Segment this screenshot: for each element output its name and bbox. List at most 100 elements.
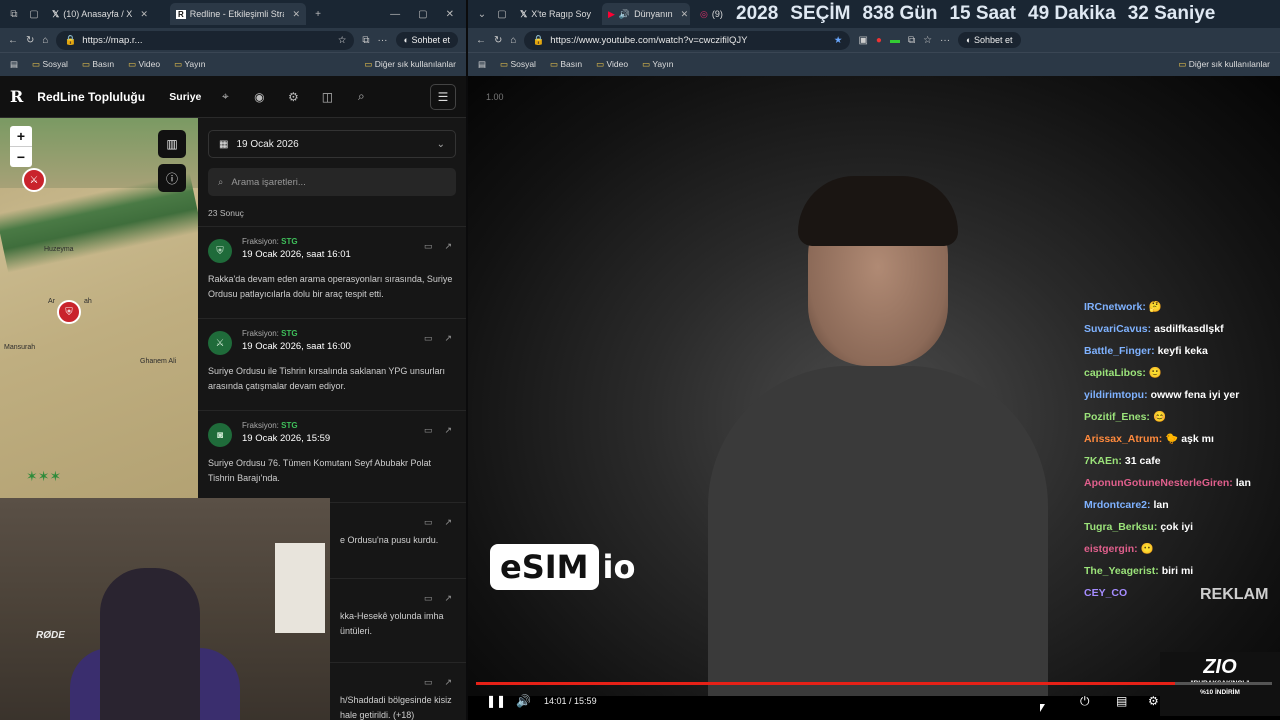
back-icon[interactable]: ← (8, 35, 18, 46)
location-pin-icon[interactable]: ◉ (249, 90, 269, 104)
result-item[interactable]: ⚔ Fraksiyon: STG 19 Ocak 2026, saat 16:0… (198, 318, 466, 402)
video-icon[interactable]: ▭ (424, 425, 433, 436)
extensions-icon[interactable]: ⧉ (908, 35, 915, 46)
map-marker-rifle-icon[interactable]: ⚔ (22, 168, 46, 192)
redline-logo[interactable]: R (10, 87, 23, 106)
tab-youtube[interactable]: ▶ 🔊 Dünyanın ✕ (602, 3, 690, 25)
favorite-icon[interactable]: ☆ (338, 35, 347, 46)
url-field[interactable]: 🔒 https://www.youtube.com/watch?v=cwczif… (524, 30, 851, 50)
zoom-in-button[interactable]: + (10, 126, 32, 146)
extension-icon[interactable]: ▣ (858, 35, 867, 46)
reload-icon[interactable]: ↻ (26, 35, 34, 46)
copilot-button[interactable]: ◐ Sohbet et (395, 32, 458, 48)
map-layers-icon[interactable]: ▥ (158, 130, 186, 158)
hamburger-menu-icon[interactable]: ☰ (430, 83, 456, 110)
search-icon[interactable]: ⌕ (351, 89, 371, 104)
external-link-icon[interactable]: ↗ (444, 517, 452, 528)
favorite-icon[interactable]: ★ (834, 35, 843, 46)
autoplay-toggle-icon[interactable]: ⏻ (1080, 694, 1090, 709)
item-description: Suriye Ordusu 76. Tümen Komutanı Seyf Ab… (208, 458, 431, 483)
country-selector[interactable]: Suriye (169, 91, 201, 103)
result-item[interactable]: ◙ Fraksiyon: STG 19 Ocak 2026, 15:59 ▭ ↗ … (198, 410, 466, 494)
tab-x-ragip[interactable]: 𝕏 X'te Ragıp Soy ✕ (514, 3, 598, 25)
reload-icon[interactable]: ↻ (494, 35, 502, 46)
result-item[interactable]: ⛨ Fraksiyon: STG 19 Ocak 2026, saat 16:0… (198, 226, 466, 310)
close-tab-icon[interactable]: ✕ (140, 9, 148, 20)
bookmark-basin[interactable]: ▭ Basın (82, 59, 114, 70)
new-tab-icon[interactable]: + (310, 9, 326, 20)
settings-gear-icon[interactable]: ⚙ (283, 90, 303, 104)
close-tab-icon[interactable]: ✕ (292, 9, 300, 20)
video-icon[interactable]: ▭ (424, 677, 433, 688)
video-icon[interactable]: ▭ (424, 517, 433, 528)
audio-playing-icon[interactable]: 🔊 (619, 9, 630, 20)
other-bookmarks[interactable]: ▭ Diğer sık kullanılanlar (364, 59, 456, 70)
extension-icon[interactable]: ● (876, 35, 882, 46)
close-tab-icon[interactable]: ✕ (681, 9, 689, 20)
folder-icon: ▭ (549, 59, 558, 69)
tab-actions-icon[interactable]: ⧉ (6, 9, 22, 20)
back-icon[interactable]: ← (476, 35, 486, 46)
map-view[interactable]: + − ▥ ⓘ ⚔ ⛨ Huzeyma Ar ah Mansurah Ghane… (0, 118, 198, 498)
progress-bar[interactable] (476, 682, 1272, 685)
home-icon[interactable]: ⌂ (42, 35, 48, 46)
close-window-icon[interactable]: ✕ (446, 9, 454, 20)
faction-label: Fraksiyon: (242, 421, 279, 430)
bookmark-sosyal[interactable]: ▭ Sosyal (32, 59, 68, 70)
more-icon[interactable]: ··· (378, 35, 388, 46)
chat-text: lan (1153, 499, 1169, 511)
subtitles-icon[interactable]: ▤ (1116, 694, 1127, 708)
map-cluster-icon[interactable]: ✶✶✶ (26, 468, 61, 485)
bookmark-sosyal[interactable]: ▭ Sosyal (500, 59, 536, 70)
camera-icon[interactable]: ◫ (317, 90, 337, 104)
bookmark-label: Sosyal (42, 59, 68, 69)
external-link-icon[interactable]: ↗ (444, 241, 452, 252)
sidebar-toggle-icon[interactable]: ▤ (10, 59, 18, 70)
tag-icon[interactable]: ⌖ (215, 89, 235, 104)
workspaces-icon[interactable]: ▢ (494, 9, 510, 20)
tab-redline[interactable]: R Redline - Etkileşimli Strateji ✕ (170, 3, 306, 25)
external-link-icon[interactable]: ↗ (444, 593, 452, 604)
url-field[interactable]: 🔒 https://map.r... ☆ (56, 30, 355, 50)
minimize-icon[interactable]: — (390, 9, 400, 20)
faction-tag: STG (281, 329, 298, 338)
marker-search-input[interactable]: ⌕ Arama işaretleri... (208, 168, 456, 196)
video-icon[interactable]: ▭ (424, 593, 433, 604)
youtube-player[interactable]: 1.00 eSIM io IRCnetwork: 🤔 SuvariCavus: asd… (468, 76, 1280, 720)
bookmark-label: Yayın (184, 59, 206, 69)
bookmark-video[interactable]: ▭ Video (128, 59, 160, 70)
info-icon[interactable]: ⓘ (158, 164, 186, 192)
video-icon[interactable]: ▭ (424, 241, 433, 252)
extensions-icon[interactable]: ⧉ (362, 35, 369, 46)
external-link-icon[interactable]: ↗ (444, 333, 452, 344)
external-link-icon[interactable]: ↗ (444, 425, 452, 436)
bookmark-video[interactable]: ▭ Video (596, 59, 628, 70)
item-description: e Ordusu'na pusu kurdu. (340, 535, 439, 545)
workspaces-icon[interactable]: ▢ (26, 9, 42, 20)
external-link-icon[interactable]: ↗ (444, 677, 452, 688)
extension-icon[interactable]: ▬ (890, 35, 900, 46)
bookmark-yayin[interactable]: ▭ Yayın (174, 59, 205, 70)
favorites-icon[interactable]: ☆ (923, 35, 932, 46)
volume-icon[interactable]: 🔊 (516, 694, 531, 708)
map-marker-shield-icon[interactable]: ⛨ (57, 300, 81, 324)
tab-instagram[interactable]: ◎ (9) (694, 3, 728, 25)
date-selector[interactable]: ▦ 19 Ocak 2026 ⌄ (208, 130, 456, 158)
maximize-icon[interactable]: ▢ (418, 9, 427, 20)
settings-gear-icon[interactable]: ⚙ (1148, 694, 1159, 708)
video-icon[interactable]: ▭ (424, 333, 433, 344)
sidebar-toggle-icon[interactable]: ▤ (478, 59, 486, 70)
pause-icon[interactable]: ❚❚ (486, 694, 506, 708)
copilot-button[interactable]: ◐ Sohbet et (958, 32, 1021, 48)
other-bookmarks[interactable]: ▭ Diğer sık kullanılanlar (1178, 59, 1270, 70)
chat-message: The_Yeagerist: biri mi (1084, 560, 1280, 582)
zoom-out-button[interactable]: − (10, 146, 32, 167)
tab-actions-icon[interactable]: ⌄ (474, 9, 490, 20)
copilot-label: Sohbet et (974, 35, 1013, 45)
home-icon[interactable]: ⌂ (510, 35, 516, 46)
tab-x-home[interactable]: 𝕏 (10) Anasayfa / X ✕ (46, 3, 166, 25)
chat-message: yildirimtopu: owww fena iyi yer (1084, 384, 1280, 406)
more-icon[interactable]: ··· (940, 35, 950, 46)
bookmark-basin[interactable]: ▭ Basın (550, 59, 582, 70)
bookmark-yayin[interactable]: ▭ Yayın (642, 59, 673, 70)
